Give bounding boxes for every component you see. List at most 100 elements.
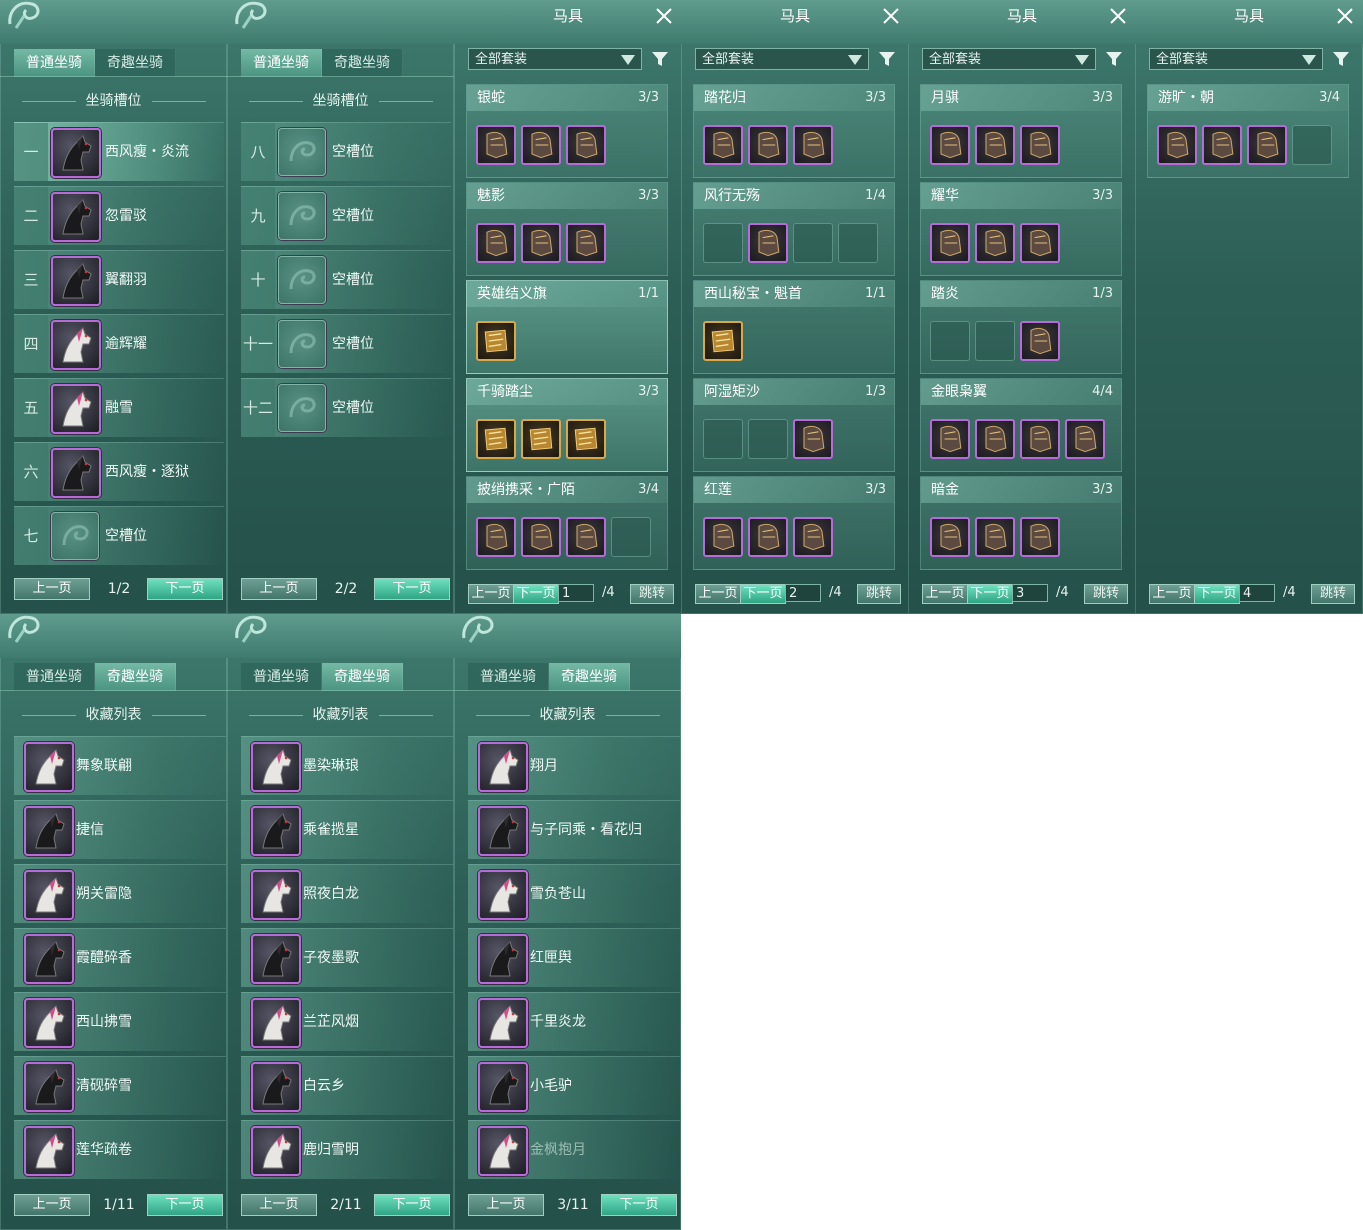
collection-item[interactable]: 莲华疏卷: [14, 1120, 226, 1179]
page-number-input[interactable]: 4: [1239, 584, 1275, 602]
page-number-input[interactable]: 3: [1012, 584, 1048, 602]
tack-item-icon[interactable]: [1065, 419, 1105, 459]
prev-page-button[interactable]: 上一页: [241, 1194, 317, 1216]
tack-item-icon[interactable]: [521, 517, 561, 557]
tack-item-icon[interactable]: [748, 125, 788, 165]
tack-item-icon[interactable]: [476, 517, 516, 557]
next-page-button[interactable]: 下一页: [601, 1194, 677, 1216]
filter-icon[interactable]: [1332, 50, 1350, 68]
filter-icon[interactable]: [878, 50, 896, 68]
collection-item[interactable]: 兰芷风烟: [241, 992, 453, 1051]
filter-icon[interactable]: [651, 50, 669, 68]
tab-fun-mounts[interactable]: 奇趣坐骑: [95, 49, 176, 77]
tack-item-icon[interactable]: [1020, 419, 1060, 459]
tack-item-icon[interactable]: [476, 223, 516, 263]
tack-item-icon[interactable]: [793, 517, 833, 557]
mount-slot[interactable]: 十 空槽位: [241, 250, 451, 309]
tack-item-icon[interactable]: [476, 321, 516, 361]
close-icon[interactable]: [1108, 6, 1128, 26]
tack-item-icon[interactable]: [1202, 125, 1242, 165]
tack-set[interactable]: 阿湿矩沙 1/3: [693, 378, 895, 472]
next-page-button[interactable]: 下一页: [147, 1194, 223, 1216]
mount-slot[interactable]: 四 逾辉耀: [14, 314, 224, 373]
next-page-button[interactable]: 下一页: [1194, 584, 1240, 604]
tack-item-icon[interactable]: [975, 517, 1015, 557]
next-page-button[interactable]: 下一页: [740, 584, 786, 604]
tack-item-icon[interactable]: [1020, 125, 1060, 165]
tack-item-icon[interactable]: [521, 419, 561, 459]
collection-item[interactable]: 千里炎龙: [468, 992, 680, 1051]
set-filter-dropdown[interactable]: 全部套装: [468, 48, 642, 70]
tack-set[interactable]: 红莲 3/3: [693, 476, 895, 570]
collection-item[interactable]: 子夜墨歌: [241, 928, 453, 987]
tack-item-icon[interactable]: [1020, 517, 1060, 557]
tack-item-icon[interactable]: [703, 321, 743, 361]
tack-item-icon[interactable]: [703, 517, 743, 557]
tack-item-icon[interactable]: [521, 125, 561, 165]
prev-page-button[interactable]: 上一页: [468, 584, 514, 604]
collection-item[interactable]: 朔关雷隐: [14, 864, 226, 923]
prev-page-button[interactable]: 上一页: [14, 1194, 90, 1216]
mount-slot[interactable]: 八 空槽位: [241, 122, 451, 181]
mount-slot[interactable]: 十一 空槽位: [241, 314, 451, 373]
tack-item-icon[interactable]: [748, 223, 788, 263]
page-number-input[interactable]: 1: [558, 584, 594, 602]
prev-page-button[interactable]: 上一页: [241, 578, 317, 600]
close-icon[interactable]: [1335, 6, 1355, 26]
tack-item-icon[interactable]: [476, 125, 516, 165]
collection-item[interactable]: 捷信: [14, 800, 226, 859]
next-page-button[interactable]: 下一页: [147, 578, 223, 600]
page-number-input[interactable]: 2: [785, 584, 821, 602]
mount-slot[interactable]: 六 西风瘦・逐狱: [14, 442, 224, 501]
tack-set[interactable]: 披绡携采・广陌 3/4: [466, 476, 668, 570]
mount-slot[interactable]: 十二 空槽位: [241, 378, 451, 437]
mount-slot[interactable]: 七 空槽位: [14, 506, 224, 565]
next-page-button[interactable]: 下一页: [374, 1194, 450, 1216]
tack-item-icon[interactable]: [1020, 321, 1060, 361]
tack-item-icon[interactable]: [566, 517, 606, 557]
tack-item-icon[interactable]: [930, 125, 970, 165]
set-filter-dropdown[interactable]: 全部套装: [922, 48, 1096, 70]
jump-button[interactable]: 跳转: [1311, 584, 1355, 604]
collection-item[interactable]: 小毛驴: [468, 1056, 680, 1115]
mount-slot[interactable]: 一 西风瘦・炎流: [14, 122, 224, 181]
tack-set[interactable]: 西山秘宝・魁首 1/1: [693, 280, 895, 374]
set-filter-dropdown[interactable]: 全部套装: [695, 48, 869, 70]
mount-slot[interactable]: 五 融雪: [14, 378, 224, 437]
tack-item-icon[interactable]: [1247, 125, 1287, 165]
collection-item[interactable]: 舞象联翩: [14, 736, 226, 795]
tab-normal-mounts[interactable]: 普通坐骑: [241, 49, 322, 77]
collection-item[interactable]: 白云乡: [241, 1056, 453, 1115]
collection-item[interactable]: 鹿归雪明: [241, 1120, 453, 1179]
collection-item[interactable]: 西山拂雪: [14, 992, 226, 1051]
collection-item[interactable]: 金枫抱月: [468, 1120, 680, 1179]
jump-button[interactable]: 跳转: [857, 584, 901, 604]
tack-set[interactable]: 金眼枭翼 4/4: [920, 378, 1122, 472]
tack-item-icon[interactable]: [793, 125, 833, 165]
close-icon[interactable]: [654, 6, 674, 26]
mount-slot[interactable]: 三 翼翻羽: [14, 250, 224, 309]
tack-item-icon[interactable]: [521, 223, 561, 263]
tack-set[interactable]: 暗金 3/3: [920, 476, 1122, 570]
tack-set[interactable]: 魅影 3/3: [466, 182, 668, 276]
filter-icon[interactable]: [1105, 50, 1123, 68]
tack-item-icon[interactable]: [930, 223, 970, 263]
tack-item-icon[interactable]: [930, 419, 970, 459]
tack-set[interactable]: 踏炎 1/3: [920, 280, 1122, 374]
collection-item[interactable]: 雪负苍山: [468, 864, 680, 923]
collection-item[interactable]: 红匣舆: [468, 928, 680, 987]
tab-normal-mounts[interactable]: 普通坐骑: [241, 663, 322, 691]
collection-item[interactable]: 照夜白龙: [241, 864, 453, 923]
tab-fun-mounts[interactable]: 奇趣坐骑: [322, 663, 403, 691]
tab-fun-mounts[interactable]: 奇趣坐骑: [549, 663, 630, 691]
tack-set[interactable]: 风行无殇 1/4: [693, 182, 895, 276]
jump-button[interactable]: 跳转: [630, 584, 674, 604]
tack-item-icon[interactable]: [975, 125, 1015, 165]
tab-normal-mounts[interactable]: 普通坐骑: [14, 49, 95, 77]
tack-set[interactable]: 游旷・朝 3/4: [1147, 84, 1349, 178]
tab-normal-mounts[interactable]: 普通坐骑: [14, 663, 95, 691]
collection-item[interactable]: 墨染琳琅: [241, 736, 453, 795]
set-filter-dropdown[interactable]: 全部套装: [1149, 48, 1323, 70]
tab-fun-mounts[interactable]: 奇趣坐骑: [95, 663, 176, 691]
prev-page-button[interactable]: 上一页: [468, 1194, 544, 1216]
